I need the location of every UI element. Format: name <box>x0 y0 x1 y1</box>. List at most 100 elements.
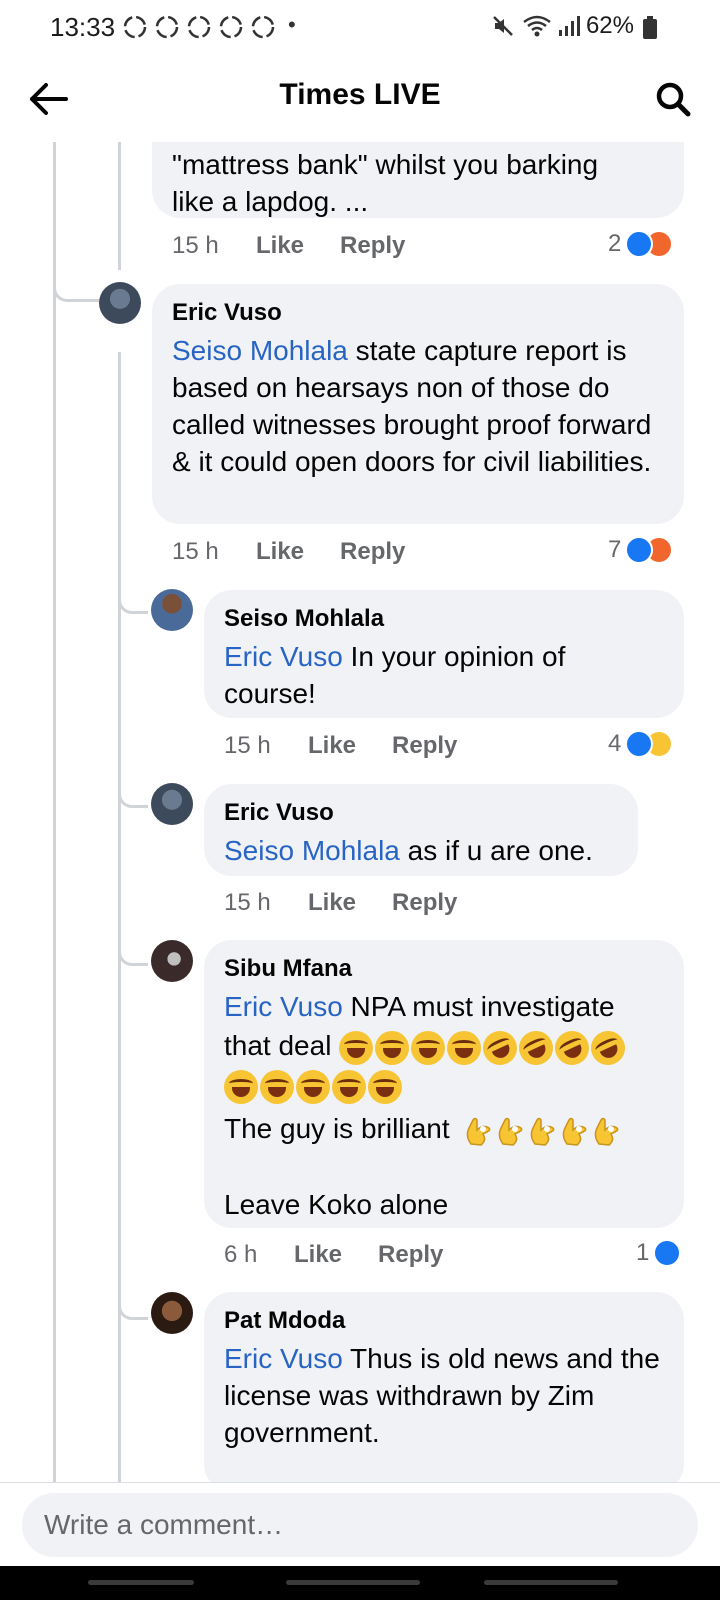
like-button[interactable]: Like <box>256 538 304 566</box>
reply-button[interactable]: Reply <box>378 1241 443 1269</box>
comment-text: Eric Vuso In your opinion of course! <box>224 638 664 712</box>
comment-time: 15 h <box>172 232 219 259</box>
mention-link[interactable]: Eric Vuso <box>224 991 343 1022</box>
like-reaction-icon <box>653 1239 682 1267</box>
like-button[interactable]: Like <box>256 232 304 260</box>
thread-connector <box>118 1272 148 1320</box>
comment-time: 15 h <box>224 732 271 759</box>
comment-author[interactable]: Pat Mdoda <box>224 1306 664 1336</box>
thread-line <box>118 142 121 270</box>
comment-composer: Write a comment… <box>0 1482 720 1566</box>
comment-author[interactable]: Seiso Mohlala <box>224 604 664 634</box>
comment-time: 15 h <box>172 538 219 565</box>
grinning-sweat-emoji-icon <box>411 1030 446 1065</box>
reaction-summary[interactable]: 2 <box>608 230 674 258</box>
ok-hand-emoji-row <box>463 1114 621 1148</box>
comment-text-line <box>224 1067 664 1105</box>
comment-author[interactable]: Sibu Mfana <box>224 954 664 984</box>
grinning-sweat-emoji-icon <box>296 1070 330 1105</box>
mention-link[interactable]: Eric Vuso <box>224 1343 343 1374</box>
laughing-emoji-row <box>224 1070 402 1105</box>
comment-text-body: as if u are one. <box>399 835 593 866</box>
page-title: Times LIVE <box>279 78 441 111</box>
avatar[interactable] <box>151 783 193 825</box>
comment-bubble[interactable]: "mattress bank" whilst you barking like … <box>152 142 684 218</box>
comment-meta: 15 h Like Reply <box>172 232 441 260</box>
app-header: Times LIVE <box>0 56 720 142</box>
comment-time: 15 h <box>224 889 271 916</box>
comment-text: "mattress bank" whilst you barking like … <box>172 142 664 220</box>
comment-text-line: like a lapdog. ... <box>172 186 369 217</box>
comment-author[interactable]: Eric Vuso <box>224 798 618 828</box>
comment-bubble[interactable]: Seiso Mohlala Eric Vuso In your opinion … <box>204 590 684 718</box>
battery-percent: 62% <box>585 12 634 39</box>
status-more-dot: • <box>288 12 296 37</box>
comment-text: Eric Vuso NPA must investigate that deal <box>224 988 664 1223</box>
reaction-summary[interactable]: 4 <box>608 730 674 758</box>
mention-link[interactable]: Seiso Mohlala <box>224 835 400 866</box>
reaction-count: 2 <box>608 230 622 257</box>
thread-connector <box>53 272 99 302</box>
reply-button[interactable]: Reply <box>340 538 405 566</box>
mention-link[interactable]: Seiso Mohlala <box>172 335 348 366</box>
status-right: 62% <box>492 12 634 40</box>
nav-home-button[interactable] <box>286 1580 420 1585</box>
comment-input[interactable]: Write a comment… <box>22 1493 698 1557</box>
comment-text-body: Leave Koko alone <box>224 1188 449 1220</box>
rolling-laughing-emoji-icon <box>513 1025 559 1071</box>
ok-hand-emoji-icon <box>563 1117 587 1146</box>
comment-meta: 15 h Like Reply <box>224 889 493 917</box>
comment-text-line: Eric Vuso NPA must investigate <box>224 988 664 1025</box>
recycle-notification-icon <box>187 15 211 39</box>
wifi-icon <box>523 15 551 37</box>
system-nav-bar <box>0 1566 720 1600</box>
reply-button[interactable]: Reply <box>392 889 457 917</box>
comment-author[interactable]: Eric Vuso <box>172 298 664 328</box>
comment-text-body: NPA must investigate <box>342 991 615 1022</box>
avatar[interactable] <box>151 1292 193 1334</box>
like-button[interactable]: Like <box>308 732 356 760</box>
comment-bubble[interactable]: Pat Mdoda Eric Vuso Thus is old news and… <box>204 1292 684 1482</box>
reaction-count: 4 <box>608 730 622 757</box>
nav-back-button[interactable] <box>484 1580 618 1585</box>
like-button[interactable]: Like <box>294 1241 342 1269</box>
like-button[interactable]: Like <box>308 889 356 917</box>
nav-recents-button[interactable] <box>88 1580 194 1585</box>
rolling-laughing-emoji-icon <box>477 1025 523 1071</box>
avatar[interactable] <box>151 589 193 631</box>
comment-bubble[interactable]: Eric Vuso Seiso Mohlala state capture re… <box>152 284 684 524</box>
search-button[interactable] <box>650 76 696 122</box>
comment-text-line: Leave Koko alone <box>224 1186 664 1223</box>
comment-text: Eric Vuso Thus is old news and the licen… <box>224 1340 664 1451</box>
avatar[interactable] <box>151 940 193 982</box>
comment-text: Seiso Mohlala as if u are one. <box>224 832 618 869</box>
reaction-count: 1 <box>636 1239 650 1266</box>
ok-hand-emoji-icon <box>467 1117 491 1146</box>
mention-link[interactable]: Eric Vuso <box>224 641 343 672</box>
signal-icon <box>558 16 580 36</box>
grinning-sweat-emoji-icon <box>339 1030 374 1065</box>
comment-text: Seiso Mohlala state capture report is ba… <box>172 332 664 480</box>
comment-text-line: The guy is brilliant <box>224 1110 664 1148</box>
notification-icons <box>122 14 276 40</box>
rolling-laughing-emoji-icon <box>549 1025 595 1071</box>
reply-button[interactable]: Reply <box>340 232 405 260</box>
grinning-sweat-emoji-icon <box>375 1030 410 1065</box>
comment-bubble[interactable]: Eric Vuso Seiso Mohlala as if u are one. <box>204 784 638 876</box>
thread-line <box>53 142 56 1482</box>
reaction-summary[interactable]: 1 <box>636 1239 682 1267</box>
ok-hand-emoji-icon <box>595 1117 619 1146</box>
reaction-summary[interactable]: 7 <box>608 536 674 564</box>
reply-button[interactable]: Reply <box>392 732 457 760</box>
comment-meta: 15 h Like Reply <box>224 732 493 760</box>
grinning-sweat-emoji-icon <box>368 1070 402 1105</box>
rolling-laughing-emoji-icon <box>585 1025 631 1071</box>
avatar[interactable] <box>99 282 141 324</box>
mute-icon <box>493 16 513 36</box>
grinning-sweat-emoji-icon <box>332 1070 366 1105</box>
reaction-count: 7 <box>608 536 622 563</box>
ok-hand-emoji-icon <box>531 1117 555 1146</box>
search-icon <box>656 82 691 117</box>
comment-bubble[interactable]: Sibu Mfana Eric Vuso NPA must investigat… <box>204 940 684 1228</box>
ok-hand-emoji-icon <box>499 1117 523 1146</box>
